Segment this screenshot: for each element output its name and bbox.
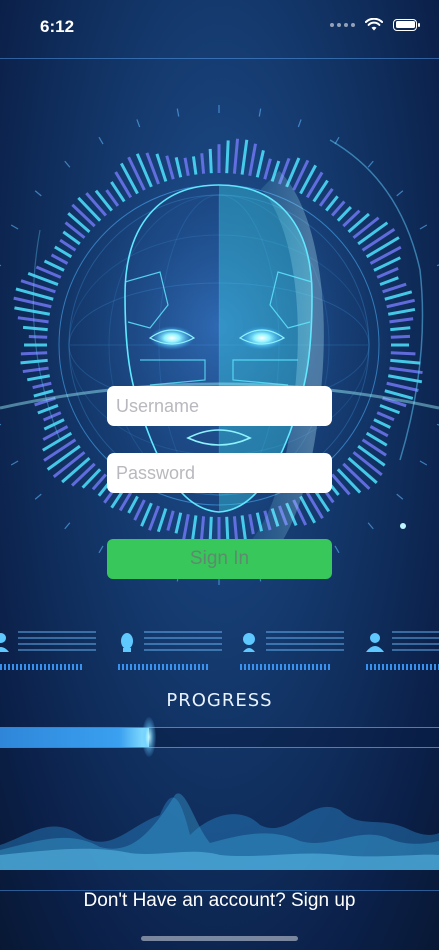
battery-icon xyxy=(393,18,420,31)
progress-fill xyxy=(0,728,150,747)
username-input[interactable] xyxy=(107,386,332,426)
person-block xyxy=(240,628,350,674)
top-divider xyxy=(0,58,439,59)
password-input[interactable] xyxy=(107,453,332,493)
person-icon xyxy=(366,633,384,652)
person-block xyxy=(366,628,439,674)
wifi-icon xyxy=(365,18,383,31)
person-block xyxy=(0,628,102,674)
status-time: 6:12 xyxy=(40,17,75,36)
sign-up-link[interactable]: Don't Have an account? Sign up xyxy=(0,890,439,912)
home-indicator xyxy=(141,936,298,941)
person-icon xyxy=(243,633,255,652)
status-icons xyxy=(330,18,420,31)
people-strip xyxy=(0,628,439,674)
progress-label: PROGRESS xyxy=(166,690,273,711)
progress-bar xyxy=(0,727,439,748)
signal-icon xyxy=(330,22,355,27)
person-icon xyxy=(0,633,9,652)
waveform-graphic xyxy=(0,793,439,870)
status-bar: 6:12 xyxy=(0,0,439,56)
person-block xyxy=(118,628,228,674)
sign-in-button[interactable]: Sign In xyxy=(107,539,332,579)
face-scan-illustration xyxy=(0,105,439,585)
person-icon xyxy=(121,633,133,652)
progress-glow xyxy=(142,717,157,757)
